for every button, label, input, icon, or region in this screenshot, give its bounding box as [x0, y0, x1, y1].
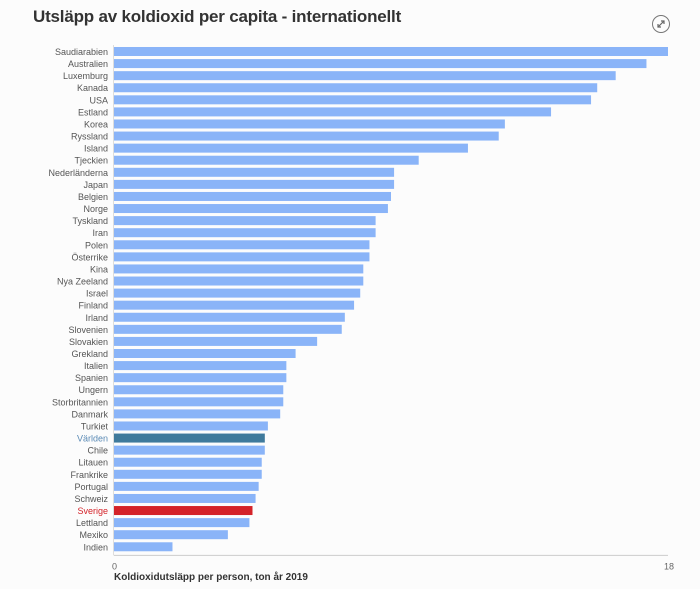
- category-label: Iran: [92, 228, 108, 238]
- category-label: Japan: [83, 180, 108, 190]
- bar-usa[interactable]: [114, 95, 592, 105]
- bar-tjeckien[interactable]: [114, 155, 419, 165]
- bar-japan[interactable]: [114, 179, 395, 189]
- bar-indien[interactable]: [114, 542, 173, 552]
- bar-slovakien[interactable]: [114, 336, 318, 346]
- category-label: Danmark: [71, 409, 108, 419]
- category-label: Korea: [84, 119, 108, 129]
- bar-spanien[interactable]: [114, 373, 287, 383]
- bar-chile[interactable]: [114, 445, 265, 455]
- category-label: Världen: [77, 434, 108, 444]
- category-label: Turkiet: [81, 421, 109, 431]
- bar-världen[interactable]: [114, 433, 265, 443]
- bar-slovenien[interactable]: [114, 324, 342, 334]
- bar-kina[interactable]: [114, 264, 364, 274]
- bar-chart: Saudiarabien Australien Luxemburg Kanada USA…: [48, 45, 674, 571]
- bar-polen[interactable]: [114, 240, 370, 250]
- bar-nederländerna[interactable]: [114, 167, 395, 177]
- bar-schweiz[interactable]: [114, 493, 256, 503]
- category-label: Nederländerna: [48, 168, 108, 178]
- category-label: Luxemburg: [63, 71, 108, 81]
- category-label: Sverige: [77, 506, 108, 516]
- category-label: Slovakien: [69, 337, 108, 347]
- category-label: Irland: [85, 313, 108, 323]
- bar-storbritannien[interactable]: [114, 397, 284, 407]
- category-label: Mexiko: [79, 530, 108, 540]
- category-label: Indien: [83, 542, 108, 552]
- category-label: Belgien: [78, 192, 108, 202]
- bar-australien[interactable]: [114, 59, 647, 69]
- bar-iran[interactable]: [114, 228, 376, 238]
- category-label: Polen: [85, 240, 108, 250]
- bar-kanada[interactable]: [114, 83, 598, 93]
- category-label: Chile: [87, 446, 108, 456]
- bar-turkiet[interactable]: [114, 421, 268, 431]
- bar-tyskland[interactable]: [114, 216, 376, 226]
- x-tick-label: 18: [664, 561, 674, 571]
- x-axis-label: Koldioxidutsläpp per person, ton år 2019: [114, 572, 308, 583]
- category-label: Australien: [68, 59, 108, 69]
- category-label: Ungern: [78, 385, 108, 395]
- bar-portugal[interactable]: [114, 481, 259, 491]
- bar-ryssland[interactable]: [114, 131, 499, 141]
- category-label: Grekland: [71, 349, 108, 359]
- category-label: Estland: [78, 107, 108, 117]
- bar-island[interactable]: [114, 143, 468, 153]
- category-label: Kanada: [77, 83, 108, 93]
- bar-ungern[interactable]: [114, 385, 284, 395]
- bar-norge[interactable]: [114, 204, 388, 214]
- category-label: Tjeckien: [74, 156, 108, 166]
- bar-danmark[interactable]: [114, 409, 281, 419]
- bar-saudiarabien[interactable]: [114, 47, 668, 56]
- bar-luxemburg[interactable]: [114, 71, 616, 81]
- category-label: Israel: [86, 289, 108, 299]
- bar-österrike[interactable]: [114, 252, 370, 262]
- bar-grekland[interactable]: [114, 349, 296, 358]
- category-label: Lettland: [76, 518, 108, 528]
- category-label: Österrike: [71, 252, 108, 262]
- bar-korea[interactable]: [114, 119, 505, 129]
- bar-litauen[interactable]: [114, 457, 262, 467]
- category-label: Nya Zeeland: [57, 277, 108, 287]
- bar-israel[interactable]: [114, 288, 361, 298]
- category-label: Litauen: [78, 458, 108, 468]
- category-label: Portugal: [74, 482, 108, 492]
- bar-belgien[interactable]: [114, 191, 391, 201]
- category-label: Norge: [83, 204, 108, 214]
- category-label: Saudiarabien: [55, 47, 108, 57]
- category-label: Island: [84, 144, 108, 154]
- category-label: Kina: [90, 264, 108, 274]
- x-tick-label: 0: [112, 561, 117, 571]
- bar-finland[interactable]: [114, 300, 355, 310]
- category-label: Italien: [84, 361, 108, 371]
- category-label: Schweiz: [74, 494, 108, 504]
- bar-mexiko[interactable]: [114, 530, 228, 540]
- bar-sverige[interactable]: [114, 506, 253, 516]
- category-label: Slovenien: [68, 325, 108, 335]
- bar-estland[interactable]: [114, 107, 552, 117]
- category-label: USA: [89, 95, 108, 105]
- category-label: Storbritannien: [52, 397, 108, 407]
- bar-frankrike[interactable]: [114, 469, 262, 479]
- category-label: Spanien: [75, 373, 108, 383]
- bar-italien[interactable]: [114, 361, 287, 371]
- category-label: Ryssland: [71, 132, 108, 142]
- bar-nya-zeeland[interactable]: [114, 276, 364, 286]
- category-label: Frankrike: [70, 470, 108, 480]
- category-label: Tyskland: [72, 216, 108, 226]
- category-label: Finland: [78, 301, 108, 311]
- bar-lettland[interactable]: [114, 518, 250, 528]
- bar-irland[interactable]: [114, 312, 345, 322]
